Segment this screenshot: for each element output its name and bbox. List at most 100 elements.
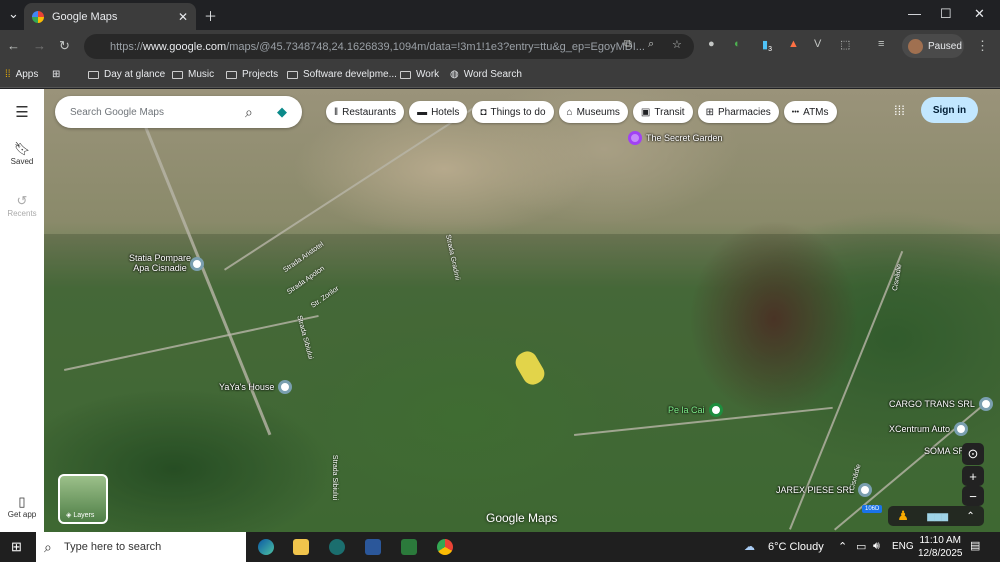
notifications-icon[interactable]: ▤ bbox=[970, 539, 980, 552]
expand-chevron-icon[interactable]: ⌃ bbox=[966, 511, 974, 522]
url-prefix: https:// bbox=[110, 40, 144, 53]
chip-pharmacies[interactable]: ⊞ Pharmacies bbox=[697, 101, 779, 123]
file-explorer-icon[interactable] bbox=[293, 539, 309, 555]
clock-time: 11:10 AM bbox=[919, 535, 961, 546]
chip-hotels[interactable]: ▬ Hotels bbox=[409, 101, 468, 123]
chip-label: Things to do bbox=[490, 106, 546, 118]
bookmark-apps[interactable]: ⁞⁞ Apps bbox=[5, 69, 38, 80]
search-input[interactable]: Search Google Maps bbox=[70, 107, 164, 118]
maximize-button[interactable]: ☐ bbox=[940, 6, 952, 22]
map-type-thumbnails[interactable]: ▆▆▆ bbox=[927, 511, 948, 522]
menu-kebab-icon[interactable]: ⋮ bbox=[976, 38, 989, 54]
place-marker[interactable]: JAREX PIESE SRL bbox=[776, 483, 873, 497]
extension-icon[interactable]: ▲ bbox=[788, 38, 799, 50]
recents-label: Recents bbox=[7, 209, 37, 218]
extension-icon[interactable]: ● bbox=[708, 38, 715, 50]
phone-icon: ▯ bbox=[18, 494, 26, 509]
extension-icon[interactable]: V bbox=[814, 38, 821, 50]
install-app-icon[interactable]: ⧉ bbox=[624, 38, 632, 51]
bookmarks-bar: ⁞⁞ Apps ⊞ Day at glance Music Projects So… bbox=[0, 62, 1000, 88]
bookmark-folder[interactable]: Music bbox=[172, 69, 214, 80]
windows-start-icon[interactable]: ⊞ bbox=[11, 539, 22, 555]
bookmark-folder[interactable]: Projects bbox=[226, 69, 278, 80]
url-domain: www.google.com bbox=[143, 40, 227, 53]
chrome-icon[interactable] bbox=[437, 539, 453, 555]
edge-icon[interactable] bbox=[258, 539, 274, 555]
bookmark-folder[interactable]: Work bbox=[400, 69, 439, 80]
recents-button[interactable]: ↺ Recents bbox=[0, 193, 44, 218]
sign-in-button[interactable]: Sign in bbox=[921, 97, 978, 123]
windows-taskbar: ⊞ ⌕ Type here to search ☁ 6°C Cloudy ⌃ ▭ … bbox=[0, 532, 1000, 562]
zoom-icon[interactable]: ⌕ bbox=[648, 38, 654, 51]
directions-icon[interactable]: ◆ bbox=[277, 104, 287, 120]
google-maps-watermark: Google Maps bbox=[486, 511, 558, 525]
media-control-icon[interactable]: ≡ bbox=[878, 38, 884, 50]
search-box[interactable]: Search Google Maps ⌕ ◆ bbox=[55, 96, 302, 128]
forward-icon[interactable]: → bbox=[33, 38, 46, 53]
extension-icon[interactable]: ◐ bbox=[734, 38, 741, 50]
profile-status: Paused bbox=[928, 40, 962, 52]
get-app-label: Get app bbox=[7, 510, 37, 519]
road-number-badge: 106D bbox=[862, 505, 883, 513]
my-location-button[interactable]: ⊙ bbox=[962, 443, 984, 465]
place-marker[interactable]: Pe la Cai bbox=[668, 403, 723, 417]
show-hidden-icons-chevron[interactable]: ⌃ bbox=[838, 540, 847, 553]
pegman-icon[interactable]: ♟ bbox=[897, 508, 909, 524]
bookmark-folder[interactable]: Software develpme... bbox=[287, 69, 397, 80]
close-tab-icon[interactable]: ✕ bbox=[178, 10, 188, 24]
extensions-puzzle-icon[interactable]: ⬚ bbox=[840, 38, 850, 51]
app-icon[interactable] bbox=[329, 539, 345, 555]
place-marker[interactable]: Statia Pompare Apa Cisnadie bbox=[124, 253, 196, 273]
place-marker[interactable]: XCentrum Auto bbox=[889, 422, 969, 436]
satellite-map[interactable]: Search Google Maps ⌕ ◆ ǁ Restaurants ▬ Hot… bbox=[44, 89, 1000, 532]
bookmark-link[interactable]: ◍ Word Search bbox=[450, 69, 522, 80]
bookmark-star-icon[interactable]: ☆ bbox=[672, 38, 682, 51]
tab-groups-icon[interactable]: ⊞ bbox=[52, 69, 60, 80]
tab-list-chevron-icon[interactable]: ⌄ bbox=[8, 6, 19, 22]
chip-things-to-do[interactable]: ◘ Things to do bbox=[472, 101, 554, 123]
place-marker[interactable]: YaYa's House bbox=[219, 380, 293, 394]
minimize-button[interactable]: — bbox=[908, 6, 921, 21]
reload-icon[interactable]: ↻ bbox=[59, 38, 70, 54]
close-window-button[interactable]: ✕ bbox=[974, 6, 985, 22]
chip-transit[interactable]: ▣ Transit bbox=[632, 101, 693, 123]
place-marker[interactable]: The Secret Garden bbox=[628, 131, 723, 145]
chip-label: Transit bbox=[654, 106, 685, 118]
layers-button[interactable]: ◈ Layers bbox=[58, 474, 108, 524]
chip-restaurants[interactable]: ǁ Restaurants bbox=[326, 101, 405, 123]
chip-label: Museums bbox=[576, 106, 620, 118]
clock[interactable]: 11:10 AM 12/8/2025 bbox=[918, 534, 963, 560]
menu-hamburger-icon[interactable]: ☰ bbox=[0, 103, 44, 121]
browser-toolbar: ← → ↻ https://www.google.com/maps/@45.73… bbox=[0, 30, 1000, 62]
zoom-in-button[interactable]: + bbox=[962, 466, 984, 486]
zoom-out-button[interactable]: − bbox=[962, 486, 984, 506]
extension-icon[interactable]: ▮3 bbox=[762, 38, 772, 53]
globe-icon: ◍ bbox=[450, 69, 459, 80]
bookmark-label: Projects bbox=[242, 69, 279, 80]
bookmark-folder[interactable]: Day at glance bbox=[88, 69, 165, 80]
search-icon[interactable]: ⌕ bbox=[245, 104, 253, 121]
place-marker[interactable]: CARGO TRANS SRL bbox=[889, 397, 993, 411]
place-pin-icon[interactable] bbox=[190, 257, 204, 271]
saved-button[interactable]: 🔖︎ Saved bbox=[0, 141, 44, 166]
weather-text[interactable]: 6°C Cloudy bbox=[768, 541, 824, 553]
back-icon[interactable]: ← bbox=[7, 38, 20, 53]
museum-icon: ⌂ bbox=[566, 106, 573, 118]
word-icon[interactable] bbox=[365, 539, 381, 555]
app-icon[interactable] bbox=[401, 539, 417, 555]
apps-grid-icon[interactable]: ⁞⁞⁞ bbox=[894, 103, 905, 118]
volume-icon[interactable]: 🔊︎ bbox=[873, 540, 880, 553]
meet-icon[interactable]: ▭ bbox=[856, 540, 866, 553]
language-indicator[interactable]: ENG bbox=[892, 541, 914, 552]
place-pin-icon bbox=[278, 380, 293, 394]
chip-museums[interactable]: ⌂ Museums bbox=[558, 101, 628, 123]
google-maps-favicon-icon bbox=[32, 10, 44, 23]
taskbar-search[interactable]: ⌕ Type here to search bbox=[36, 532, 246, 562]
new-tab-button[interactable]: ＋ bbox=[204, 6, 217, 25]
street-label: Strada Sibiului bbox=[331, 454, 339, 501]
get-app-button[interactable]: ▯ Get app bbox=[0, 494, 44, 519]
tab-google-maps[interactable]: Google Maps ✕ bbox=[24, 3, 196, 30]
address-bar[interactable]: https://www.google.com/maps/@45.7348748,… bbox=[84, 34, 694, 59]
chip-atms[interactable]: ••• ATMs bbox=[783, 101, 837, 123]
profile-button[interactable]: Paused bbox=[902, 34, 964, 58]
